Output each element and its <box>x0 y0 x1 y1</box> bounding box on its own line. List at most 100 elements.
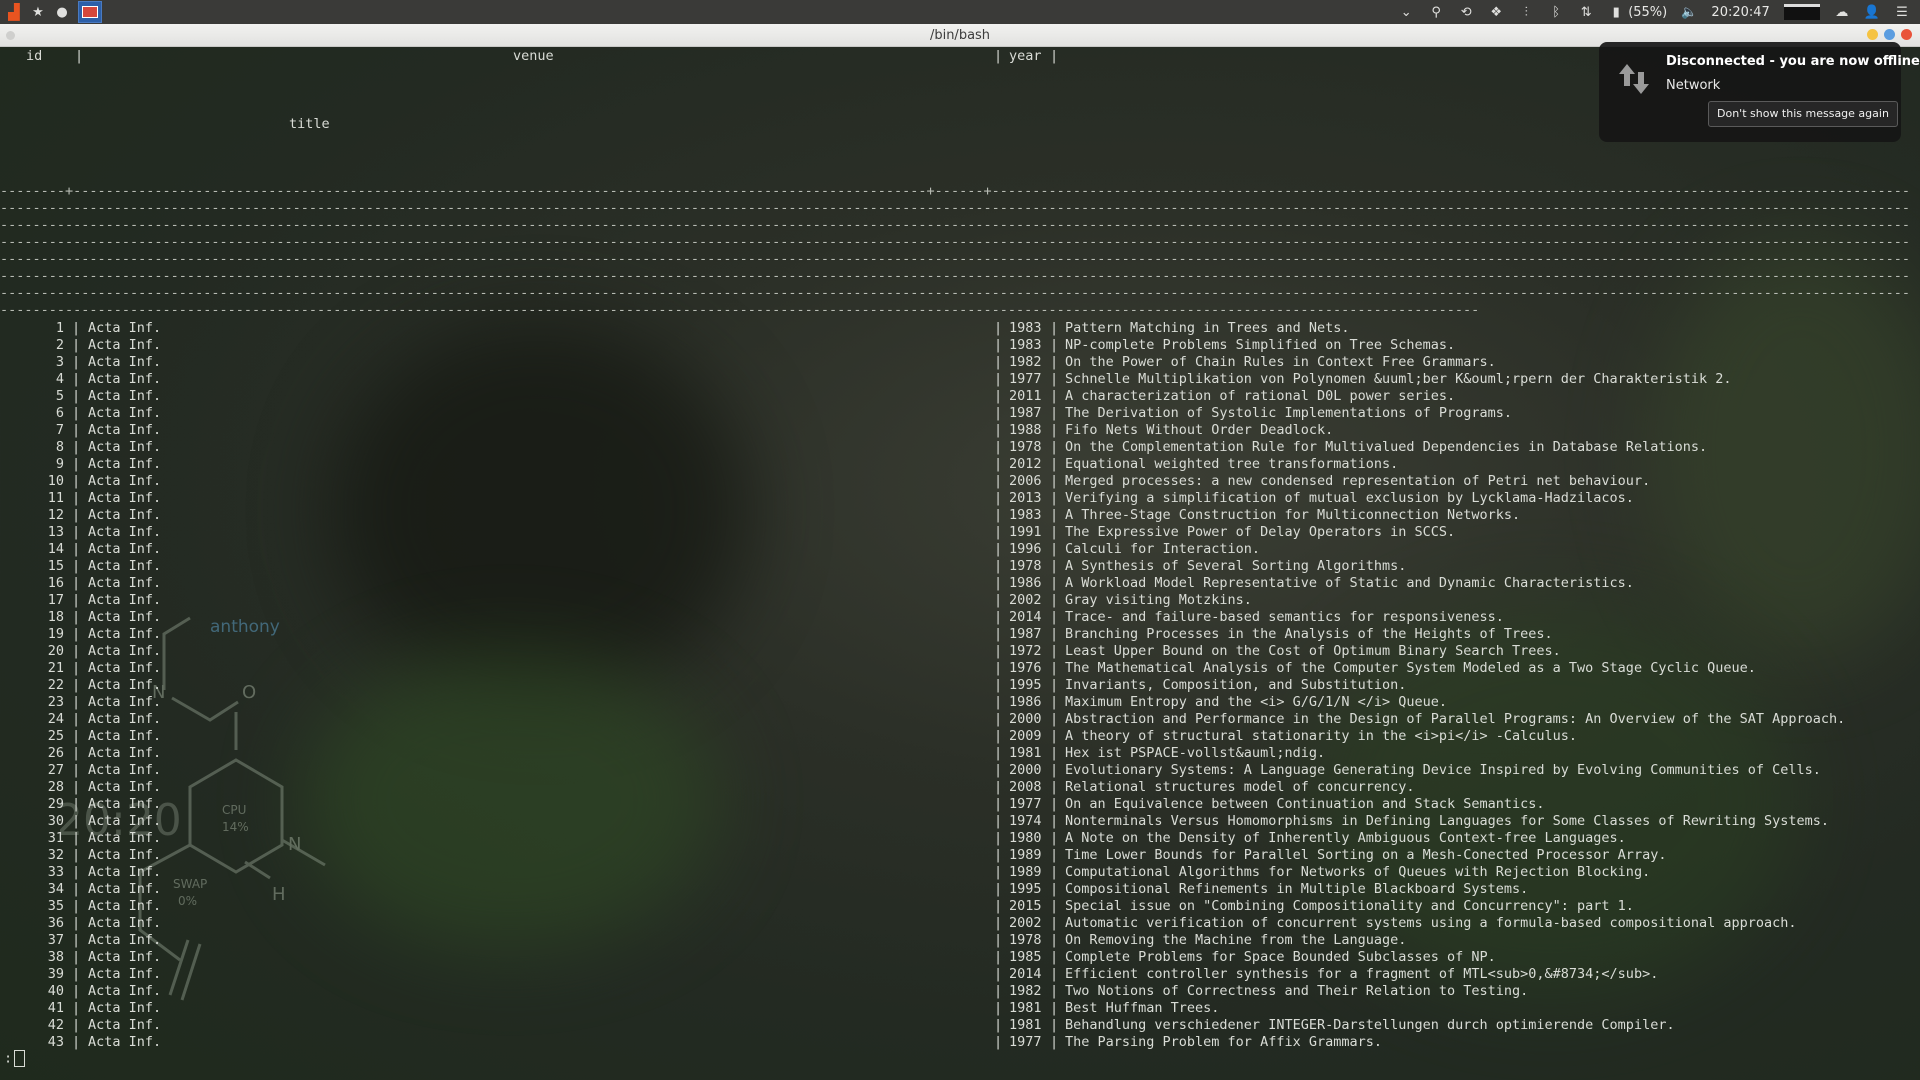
column-separator: | <box>994 320 1003 336</box>
column-separator: | <box>994 881 1003 897</box>
menu-icon[interactable]: ☰ <box>1894 3 1910 21</box>
chevron-down-icon[interactable]: ⌄ <box>1398 3 1414 21</box>
column-separator: | <box>72 711 81 727</box>
column-separator: | <box>994 337 1003 353</box>
network-offline-icon <box>1619 64 1649 94</box>
network-transfer-icon[interactable]: ⇅ <box>1578 3 1594 21</box>
column-separator: | <box>1050 915 1059 931</box>
column-separator: | <box>72 728 81 744</box>
row-year: 2009 <box>1009 728 1042 744</box>
table-divider: ----------------------------------------… <box>0 302 1480 318</box>
ubuntu-logo-icon[interactable]: ▟ <box>6 3 22 21</box>
row-title: Pattern Matching in Trees and Nets. <box>1065 320 1350 336</box>
row-venue: Acta Inf. <box>88 371 162 387</box>
column-separator: | <box>72 745 81 761</box>
column-separator: | <box>994 524 1003 540</box>
row-year: 1978 <box>1009 558 1042 574</box>
display-icon[interactable] <box>1783 4 1820 20</box>
user-icon[interactable]: 👤 <box>1864 3 1880 21</box>
row-venue: Acta Inf. <box>88 915 162 931</box>
column-separator: | <box>994 1017 1003 1033</box>
column-separator: | <box>72 320 81 336</box>
row-venue: Acta Inf. <box>88 439 162 455</box>
row-year: 1982 <box>1009 354 1042 370</box>
header-separator: | <box>75 48 84 64</box>
volume-icon[interactable]: 🔈 <box>1681 3 1697 21</box>
row-title: Compositional Refinements in Multiple Bl… <box>1065 881 1529 897</box>
close-button[interactable] <box>1901 29 1912 40</box>
column-separator: | <box>72 524 81 540</box>
row-title: The Parsing Problem for Affix Grammars. <box>1065 1034 1382 1050</box>
row-id: 7 <box>55 422 64 438</box>
circle-icon[interactable]: ● <box>54 3 70 21</box>
terminal-output[interactable]: id | venue | year | title --------+-----… <box>0 46 1920 1080</box>
row-id: 6 <box>55 405 64 421</box>
row-title: The Mathematical Analysis of the Compute… <box>1065 660 1756 676</box>
dont-show-again-button[interactable]: Don't show this message again <box>1708 101 1898 127</box>
history-icon[interactable]: ⟲ <box>1458 3 1474 21</box>
row-title: Calculi for Interaction. <box>1065 541 1261 557</box>
column-separator: | <box>1050 643 1059 659</box>
window-menu-dot[interactable] <box>6 31 15 40</box>
column-separator: | <box>72 898 81 914</box>
row-id: 17 <box>47 592 64 608</box>
row-year: 1986 <box>1009 575 1042 591</box>
row-venue: Acta Inf. <box>88 660 162 676</box>
column-separator: | <box>1050 354 1059 370</box>
column-separator: | <box>1050 626 1059 642</box>
column-separator: | <box>72 575 81 591</box>
search-icon[interactable]: ⚲ <box>1428 3 1444 21</box>
row-venue: Acta Inf. <box>88 558 162 574</box>
bluetooth-icon[interactable]: ᛒ <box>1548 3 1564 21</box>
row-year: 1976 <box>1009 660 1042 676</box>
header-title: title <box>289 116 330 132</box>
command-prompt[interactable]: : <box>4 1050 26 1068</box>
row-title: A Synthesis of Several Sorting Algorithm… <box>1065 558 1407 574</box>
row-title: Relational structures model of concurren… <box>1065 779 1415 795</box>
row-id: 37 <box>47 932 64 948</box>
table-divider: ----------------------------------------… <box>0 268 1912 284</box>
column-separator: | <box>1050 320 1059 336</box>
row-id: 31 <box>47 830 64 846</box>
row-title: Complete Problems for Space Bounded Subc… <box>1065 949 1496 965</box>
row-year: 1987 <box>1009 626 1042 642</box>
row-venue: Acta Inf. <box>88 337 162 353</box>
row-venue: Acta Inf. <box>88 609 162 625</box>
row-year: 1986 <box>1009 694 1042 710</box>
maximize-button[interactable] <box>1884 29 1895 40</box>
column-separator: | <box>72 439 81 455</box>
row-id: 4 <box>55 371 64 387</box>
column-separator: | <box>1050 813 1059 829</box>
row-venue: Acta Inf. <box>88 779 162 795</box>
dropbox-icon[interactable]: ❖ <box>1488 3 1504 21</box>
row-title: On Removing the Machine from the Languag… <box>1065 932 1407 948</box>
row-venue: Acta Inf. <box>88 1000 162 1016</box>
minimize-button[interactable] <box>1867 29 1878 40</box>
notification-title: Disconnected - you are now offline <box>1666 54 1920 69</box>
row-title: Efficient controller synthesis for a fra… <box>1065 966 1659 982</box>
row-venue: Acta Inf. <box>88 405 162 421</box>
terminal-app-icon[interactable] <box>78 1 102 23</box>
column-separator: | <box>72 1000 81 1016</box>
row-id: 3 <box>55 354 64 370</box>
window-title: /bin/bash <box>929 27 991 43</box>
battery-icon[interactable]: ▮ <box>1608 3 1624 21</box>
clock[interactable]: 20:20:47 <box>1711 5 1769 20</box>
row-year: 1991 <box>1009 524 1042 540</box>
row-year: 1981 <box>1009 1017 1042 1033</box>
row-venue: Acta Inf. <box>88 949 162 965</box>
row-title: Automatic verification of concurrent sys… <box>1065 915 1797 931</box>
network-activity-icon[interactable]: ⫶ <box>1518 3 1534 21</box>
header-id: id <box>26 48 43 64</box>
row-year: 1985 <box>1009 949 1042 965</box>
cloud-icon[interactable]: ☁ <box>1834 3 1850 21</box>
column-separator: | <box>1050 405 1059 421</box>
row-title: On an Equivalence between Continuation a… <box>1065 796 1545 812</box>
star-icon[interactable]: ★ <box>30 3 46 21</box>
top-panel: ▟ ★ ● ⌄ ⚲ ⟲ ❖ ⫶ ᛒ ⇅ ▮ (55%) 🔈 20:20:47 ☁… <box>0 0 1920 24</box>
column-separator: | <box>994 575 1003 591</box>
column-separator: | <box>72 881 81 897</box>
column-separator: | <box>72 558 81 574</box>
row-id: 5 <box>55 388 64 404</box>
row-title: A Workload Model Representative of Stati… <box>1065 575 1634 591</box>
